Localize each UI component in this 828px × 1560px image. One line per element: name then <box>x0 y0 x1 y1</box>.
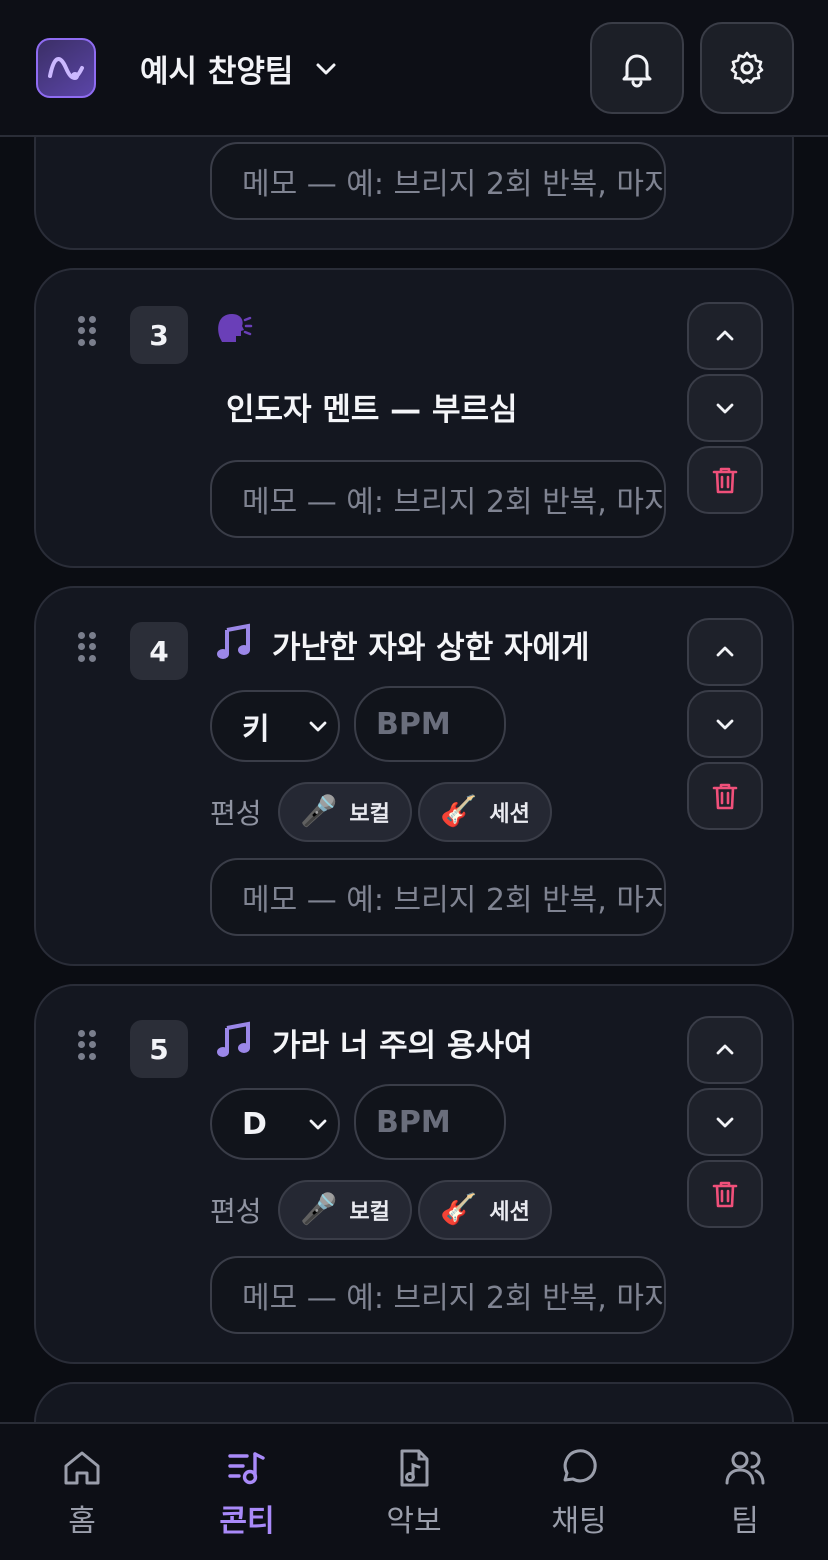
home-icon <box>64 1451 100 1485</box>
key-select[interactable]: 키 <box>210 690 340 762</box>
chevron-up-icon <box>716 646 734 657</box>
guitar-icon: 🎸 <box>440 1192 478 1227</box>
tab-label: 채팅 <box>551 1504 607 1539</box>
setlist-item-card: 3 인도자 멘트 — 부르심 메모 — 예: 브리지 2회 반복, 마지막 후렴… <box>34 268 794 568</box>
memo-input[interactable]: 메모 — 예: 브리지 2회 반복, 마지막 후렴 키업 <box>210 1256 666 1334</box>
tab-sheet-music[interactable]: 악보 <box>354 1424 474 1560</box>
app-header: 예시 찬양팀 <box>0 0 828 137</box>
item-title: 가난한 자와 상한 자에게 <box>272 630 590 666</box>
tab-setlist[interactable]: 콘티 <box>187 1424 307 1560</box>
item-title: 가라 너 주의 용사여 <box>272 1028 533 1064</box>
move-up-button[interactable] <box>687 618 763 686</box>
chevron-down-icon <box>316 63 336 74</box>
chip-label: 보컬 <box>349 802 390 827</box>
chip-label: 보컬 <box>349 1200 390 1225</box>
trash-icon <box>712 783 738 810</box>
key-select[interactable]: D <box>210 1088 340 1160</box>
move-down-button[interactable] <box>687 690 763 758</box>
chip-vocal[interactable]: 🎤 보컬 <box>278 1180 412 1240</box>
chevron-up-icon <box>716 330 734 341</box>
memo-input[interactable]: 메모 — 예: 브리지 2회 반복, 마지막 후렴 키업 <box>210 858 666 936</box>
chip-vocal[interactable]: 🎤 보컬 <box>278 782 412 842</box>
microphone-icon: 🎤 <box>300 794 338 829</box>
chevron-up-icon <box>716 1044 734 1055</box>
item-number: 4 <box>130 622 188 680</box>
app-logo[interactable] <box>36 38 96 98</box>
team-name: 예시 찬양팀 <box>140 54 294 90</box>
chevron-down-icon <box>716 719 734 730</box>
move-down-button[interactable] <box>687 1088 763 1156</box>
item-number: 5 <box>130 1020 188 1078</box>
delete-button[interactable] <box>687 1160 763 1228</box>
chip-session[interactable]: 🎸 세션 <box>418 782 552 842</box>
trash-icon <box>712 1181 738 1208</box>
bottom-tab-bar: 홈 콘티 악보 채팅 팀 <box>0 1422 828 1560</box>
chat-bubble-icon <box>563 1449 597 1483</box>
item-title: 인도자 멘트 — 부르심 <box>226 392 518 428</box>
move-down-button[interactable] <box>687 374 763 442</box>
chevron-down-icon <box>716 403 734 414</box>
chevron-down-icon <box>309 1119 327 1130</box>
chip-label: 세션 <box>489 802 530 827</box>
drag-handle-icon[interactable] <box>78 1030 96 1060</box>
memo-input[interactable]: 메모 — 예: 브리지 2회 반복, 마지막 후렴 키업 <box>210 460 666 538</box>
composition-label: 편성 <box>210 1195 262 1228</box>
drag-handle-icon[interactable] <box>78 316 96 346</box>
tab-label: 콘티 <box>219 1504 275 1539</box>
bpm-input[interactable]: BPM <box>354 686 506 762</box>
key-value: 키 <box>242 712 270 747</box>
music-notes-icon <box>217 1021 250 1057</box>
wave-logo-icon <box>48 57 84 80</box>
setlist-icon <box>228 1452 265 1485</box>
guitar-icon: 🎸 <box>440 794 478 829</box>
sheet-music-icon <box>400 1449 429 1487</box>
team-users-icon <box>725 1451 765 1485</box>
speaking-head-icon <box>218 314 253 342</box>
notifications-button[interactable] <box>590 22 684 114</box>
item-number: 3 <box>130 306 188 364</box>
chevron-down-icon <box>309 721 327 732</box>
tab-chat[interactable]: 채팅 <box>519 1424 639 1560</box>
setlist-item-card: 5 가라 너 주의 용사여 D BPM 편성 🎤 보컬 🎸 세션 메모 — 예:… <box>34 984 794 1364</box>
trash-icon <box>712 467 738 494</box>
chip-label: 세션 <box>489 1200 530 1225</box>
tab-team[interactable]: 팀 <box>685 1424 805 1560</box>
key-value: D <box>242 1106 267 1142</box>
chevron-down-icon <box>716 1117 734 1128</box>
microphone-icon: 🎤 <box>300 1192 338 1227</box>
team-selector[interactable]: 예시 찬양팀 <box>140 46 339 91</box>
tab-home[interactable]: 홈 <box>22 1424 142 1560</box>
tab-label: 홈 <box>68 1504 96 1539</box>
chip-session[interactable]: 🎸 세션 <box>418 1180 552 1240</box>
settings-button[interactable] <box>700 22 794 114</box>
gear-icon <box>730 51 764 84</box>
move-up-button[interactable] <box>687 1016 763 1084</box>
delete-button[interactable] <box>687 762 763 830</box>
drag-handle-icon[interactable] <box>78 632 96 662</box>
delete-button[interactable] <box>687 446 763 514</box>
tab-label: 팀 <box>731 1504 759 1539</box>
move-up-button[interactable] <box>687 302 763 370</box>
memo-input[interactable]: 메모 — 예: 브리지 2회 반복, 마지막 후렴 키업 <box>210 142 666 220</box>
music-notes-icon <box>217 623 250 659</box>
bpm-input[interactable]: BPM <box>354 1084 506 1160</box>
composition-label: 편성 <box>210 797 262 830</box>
bell-icon <box>622 54 652 88</box>
setlist-item-card: 4 가난한 자와 상한 자에게 키 BPM 편성 🎤 보컬 🎸 세션 메모 — … <box>34 586 794 966</box>
tab-label: 악보 <box>386 1504 442 1539</box>
